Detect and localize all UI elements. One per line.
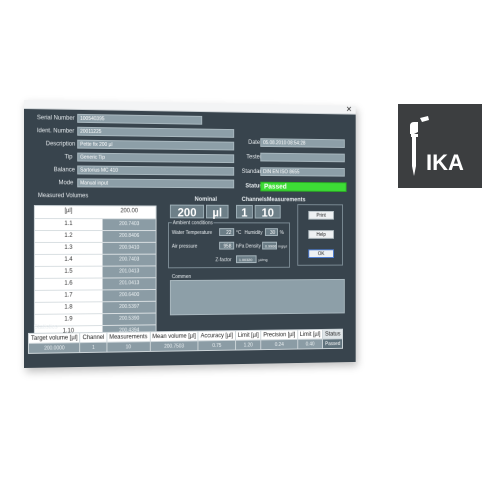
precision-limit-header: Limit [µl] [297, 329, 323, 340]
mode-label: Mode [58, 180, 74, 187]
measurements-value: 10 [106, 341, 150, 353]
measurement-value: 201.0413 [102, 266, 156, 278]
air-pressure-label: Air pressure [171, 243, 198, 250]
measurements-header: Measurements [106, 331, 150, 343]
statistics-title: Statistics [33, 324, 58, 331]
measured-table-header: [µl] 200.00 [35, 206, 156, 218]
tester-field[interactable] [260, 152, 345, 163]
measurement-value: 200.6400 [102, 289, 156, 302]
calibration-app-window: ✕ Serial Number 100540395 Ident. Number … [24, 100, 356, 368]
measurement-index: 1.7 [64, 292, 73, 299]
ident-number-label: Ident. Number [36, 128, 75, 135]
zfactor-unit: µl/mg [258, 257, 268, 263]
accuracy-limit-header: Limit [µl] [235, 330, 262, 341]
description-label: Description [45, 141, 76, 148]
channel-header: Channel [80, 332, 107, 343]
measurement-index: 1.6 [64, 280, 73, 287]
serial-number-field[interactable]: 100540395 [77, 113, 203, 125]
table-row[interactable]: 1.6 201.0413 [34, 277, 156, 290]
measurement-index: 1.1 [64, 221, 73, 228]
date-field[interactable]: 05.08.2010 08:54:28 [260, 138, 345, 148]
status-passed-indicator: Passed [260, 181, 347, 192]
measurement-index: 1.8 [64, 304, 73, 311]
ika-logo: IKA [398, 104, 482, 188]
density-label: Density [245, 243, 261, 250]
statistics-section: Statistics Target volume [µl] Channel Me… [27, 320, 350, 364]
help-button[interactable]: Help [308, 230, 334, 239]
tip-label: Tip [64, 154, 73, 161]
measured-volumes-label: Measured Volumes [37, 193, 89, 200]
water-temperature-unit: °C [236, 230, 242, 236]
humidity-field[interactable]: 30 [264, 228, 278, 236]
status-header: Status [322, 329, 343, 340]
tester-label: Tester [246, 154, 262, 161]
statistics-table: Target volume [µl] Channel Measurements … [27, 328, 344, 354]
table-row[interactable]: 1.1 200.7403 [34, 218, 156, 231]
window-body: Serial Number 100540395 Ident. Number 20… [24, 109, 356, 368]
precision-limit-value: 0.40 [297, 339, 323, 350]
density-unit: mg/µl [277, 243, 288, 249]
table-row[interactable]: 1.2 200.8406 [34, 230, 156, 242]
water-temperature-field[interactable]: 22 [219, 228, 235, 236]
humidity-label: Humidity [244, 230, 263, 236]
balance-label: Balance [53, 167, 75, 174]
target-volume-value: 200.0000 [28, 342, 81, 354]
comment-field[interactable] [169, 278, 345, 316]
air-pressure-field[interactable]: 958 [219, 241, 235, 250]
precision-header: Precision [µl] [261, 329, 298, 340]
humidity-unit: % [279, 230, 284, 236]
date-label: Date [248, 139, 261, 146]
accuracy-value: 0.75 [198, 340, 236, 351]
precision-value: 0.24 [261, 339, 298, 350]
ambient-conditions-title: Ambient conditions [171, 219, 214, 228]
nominal-volume-display: 200 [169, 204, 205, 219]
air-pressure-unit: hPa [236, 243, 245, 250]
measurement-index: 1.5 [64, 268, 73, 275]
accuracy-header: Accuracy [µl] [198, 330, 236, 341]
mean-volume-value: 200.7503 [149, 340, 199, 352]
serial-number-label: Serial Number [36, 115, 75, 122]
close-icon[interactable]: ✕ [346, 105, 352, 114]
measurement-index: 1.4 [64, 256, 73, 263]
nominal-unit-display: µl [205, 204, 229, 219]
measurement-value: 200.9410 [102, 242, 156, 254]
tip-field[interactable]: Generic Tip [77, 152, 235, 164]
measurements-label: Measurements [266, 197, 306, 204]
mode-field[interactable]: Manual input [77, 178, 235, 189]
nominal-label: Nominal [194, 196, 217, 203]
channel-value: 1 [80, 342, 107, 353]
ident-number-field[interactable]: 20011225 [77, 126, 235, 138]
measurement-value: 200.7403 [102, 254, 156, 266]
ok-button[interactable]: OK [308, 249, 334, 259]
measurement-value: 200.7403 [102, 219, 156, 231]
table-row[interactable]: 1.3 200.9410 [34, 241, 156, 254]
balance-field[interactable]: Sartorius MC 410 [77, 165, 235, 176]
water-temperature-label: Water Temperature [171, 230, 213, 236]
table-row[interactable]: 1.5 201.0413 [34, 265, 156, 278]
zfactor-label: Z-factor [215, 257, 232, 264]
nominal-volume-header: 200.00 [102, 206, 156, 218]
density-field[interactable]: 0.99661 [262, 241, 277, 250]
description-field[interactable]: Pette fix 200 µl [77, 139, 235, 151]
stage: ✕ Serial Number 100540395 Ident. Number … [0, 0, 500, 500]
status-value: Passed [322, 338, 343, 349]
zfactor-field[interactable]: 1.00320 [236, 255, 257, 264]
channels-display: 1 [236, 204, 253, 219]
ika-brand-text: IKA [426, 150, 464, 175]
measurement-value: 200.8406 [102, 231, 156, 242]
standard-field[interactable]: DIN EN ISO 8655 [260, 167, 345, 177]
measurement-index: 1.2 [64, 233, 73, 239]
measurements-display: 10 [254, 204, 281, 220]
table-row[interactable]: 1.4 200.7403 [34, 253, 156, 266]
measurement-index: 1.3 [64, 244, 73, 251]
measurement-value: 200.5397 [102, 301, 156, 314]
volume-unit-header: [µl] [64, 208, 73, 215]
print-button[interactable]: Print [308, 210, 334, 220]
channels-label: Channels [241, 197, 267, 204]
measurement-value: 201.0413 [102, 278, 156, 290]
accuracy-limit-value: 1.20 [235, 339, 262, 351]
